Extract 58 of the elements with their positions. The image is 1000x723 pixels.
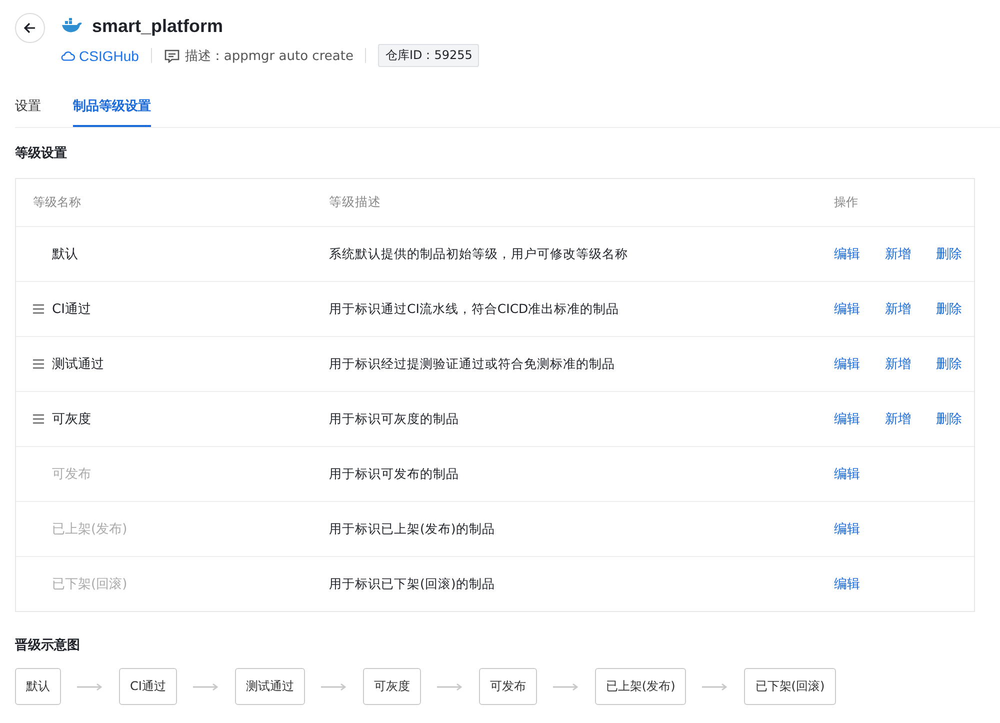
section-title: 晋级示意图 — [15, 636, 81, 654]
drag-handle-icon[interactable] — [33, 304, 44, 314]
drag-handle-icon[interactable] — [33, 414, 44, 424]
flow-step: 测试通过 — [234, 668, 305, 705]
source-link[interactable]: CSIGHub — [61, 48, 139, 64]
arrow-connector — [702, 682, 728, 690]
flow-step: 默认 — [15, 668, 61, 705]
action-link[interactable]: 新增 — [885, 410, 911, 428]
repo-description: 描述：appmgr auto create — [184, 48, 354, 64]
level-name: 默认 — [52, 246, 78, 263]
section-title: 等级设置 — [15, 145, 68, 162]
action-link[interactable]: 删除 — [936, 355, 962, 373]
column-header: 等级名称 — [32, 194, 82, 211]
back-button[interactable] — [15, 13, 45, 43]
action-link[interactable]: 删除 — [936, 300, 962, 318]
level-description: 用于标识可发布的制品 — [329, 466, 459, 480]
back-arrow-icon — [23, 21, 37, 35]
tab[interactable]: 设置 — [15, 89, 41, 127]
action-link[interactable]: 编辑 — [834, 245, 860, 263]
level-name: 可灰度 — [52, 411, 91, 428]
arrow-connector — [77, 682, 103, 690]
level-description: 用于标识通过CI流水线，符合CICD准出标准的制品 — [329, 300, 620, 316]
arrow-connector — [192, 682, 219, 690]
level-description: 用于标识可灰度的制品 — [329, 410, 459, 426]
flow-step: CI通过 — [119, 668, 177, 705]
level-name: CI通过 — [52, 301, 91, 318]
flow-step: 已上架(发布) — [594, 668, 686, 705]
column-header: 等级描述 — [328, 194, 382, 211]
repo-id-tag: 仓库ID：59255 — [378, 44, 480, 67]
action-link[interactable]: 编辑 — [834, 300, 860, 318]
flow-step: 可发布 — [478, 668, 537, 705]
repo-title: smart_platform — [92, 16, 224, 36]
level-description: 系统默认提供的制品初始等级，用户可修改等级名称 — [329, 246, 628, 260]
action-link[interactable]: 新增 — [885, 300, 911, 318]
action-link[interactable]: 编辑 — [834, 355, 860, 373]
level-description: 用于标识已下架(回滚)的制品 — [329, 576, 495, 590]
arrow-connector — [320, 682, 347, 690]
action-link[interactable]: 新增 — [885, 245, 911, 263]
arrow-connector — [552, 682, 579, 690]
level-name: 测试通过 — [52, 356, 104, 373]
tab[interactable]: 制品等级设置 — [73, 89, 151, 127]
arrow-connector — [436, 682, 463, 690]
column-header: 操作 — [833, 194, 859, 211]
level-name: 已上架(发布) — [52, 521, 128, 538]
action-link[interactable]: 删除 — [936, 410, 962, 428]
flow-step: 可灰度 — [362, 668, 421, 705]
level-description: 用于标识已上架(发布)的制品 — [329, 520, 495, 536]
level-name: 已下架(回滚) — [52, 576, 128, 593]
action-link[interactable]: 删除 — [936, 245, 962, 263]
comment-icon — [164, 48, 180, 62]
cloud-icon — [61, 50, 75, 60]
level-name: 可发布 — [52, 466, 91, 483]
flow-step: 已下架(回滚) — [744, 668, 836, 705]
whale-icon — [61, 18, 83, 34]
drag-handle-icon[interactable] — [33, 359, 44, 369]
action-link[interactable]: 新增 — [885, 355, 911, 373]
action-link[interactable]: 编辑 — [834, 410, 860, 428]
level-description: 用于标识经过提测验证通过或符合免测标准的制品 — [329, 356, 615, 370]
